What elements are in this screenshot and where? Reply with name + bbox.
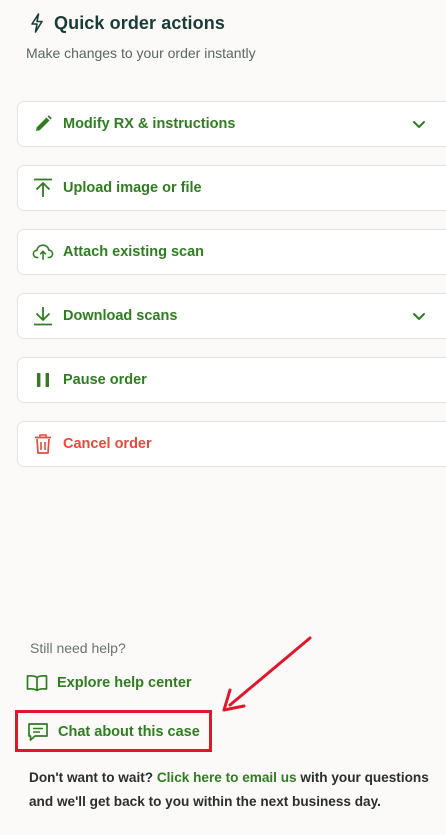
attach-scan-button[interactable]: Attach existing scan bbox=[17, 229, 446, 275]
book-icon bbox=[26, 674, 48, 692]
download-scans-button[interactable]: Download scans bbox=[17, 293, 446, 339]
quick-actions-list: Modify RX & instructions Upload image or… bbox=[17, 101, 446, 485]
modify-rx-button[interactable]: Modify RX & instructions bbox=[17, 101, 446, 147]
email-help-text: Don't want to wait? Click here to email … bbox=[29, 766, 441, 814]
panel-title: Quick order actions bbox=[54, 12, 225, 33]
upload-file-button[interactable]: Upload image or file bbox=[17, 165, 446, 211]
chat-icon bbox=[27, 722, 49, 742]
help-heading: Still need help? bbox=[30, 640, 126, 656]
email-us-link[interactable]: Click here to email us bbox=[157, 770, 297, 785]
action-label: Cancel order bbox=[63, 436, 152, 452]
pause-icon bbox=[32, 369, 54, 391]
cloud-upload-icon bbox=[32, 241, 54, 263]
explore-help-center-link[interactable]: Explore help center bbox=[26, 674, 192, 692]
chevron-down-icon[interactable] bbox=[410, 116, 428, 134]
panel-header: Quick order actions bbox=[30, 12, 225, 34]
lightning-bolt-icon bbox=[30, 12, 44, 34]
action-label: Pause order bbox=[63, 372, 147, 388]
action-label: Upload image or file bbox=[63, 180, 202, 196]
panel-subtitle: Make changes to your order instantly bbox=[26, 45, 256, 61]
action-label: Download scans bbox=[63, 308, 178, 324]
trash-icon bbox=[32, 433, 54, 455]
annotation-arrow-icon bbox=[222, 636, 312, 712]
download-icon bbox=[32, 305, 54, 327]
chat-about-case-label: Chat about this case bbox=[58, 724, 200, 740]
action-label: Attach existing scan bbox=[63, 244, 205, 260]
chevron-down-icon[interactable] bbox=[410, 308, 428, 326]
chat-about-case-link[interactable]: Chat about this case bbox=[27, 722, 200, 742]
pause-order-button[interactable]: Pause order bbox=[17, 357, 446, 403]
cancel-order-button[interactable]: Cancel order bbox=[17, 421, 446, 467]
pencil-icon bbox=[32, 113, 54, 135]
upload-icon bbox=[32, 177, 54, 199]
footer-prefix: Don't want to wait? bbox=[29, 770, 157, 785]
action-label: Modify RX & instructions bbox=[63, 116, 236, 132]
explore-help-center-label: Explore help center bbox=[57, 675, 192, 691]
